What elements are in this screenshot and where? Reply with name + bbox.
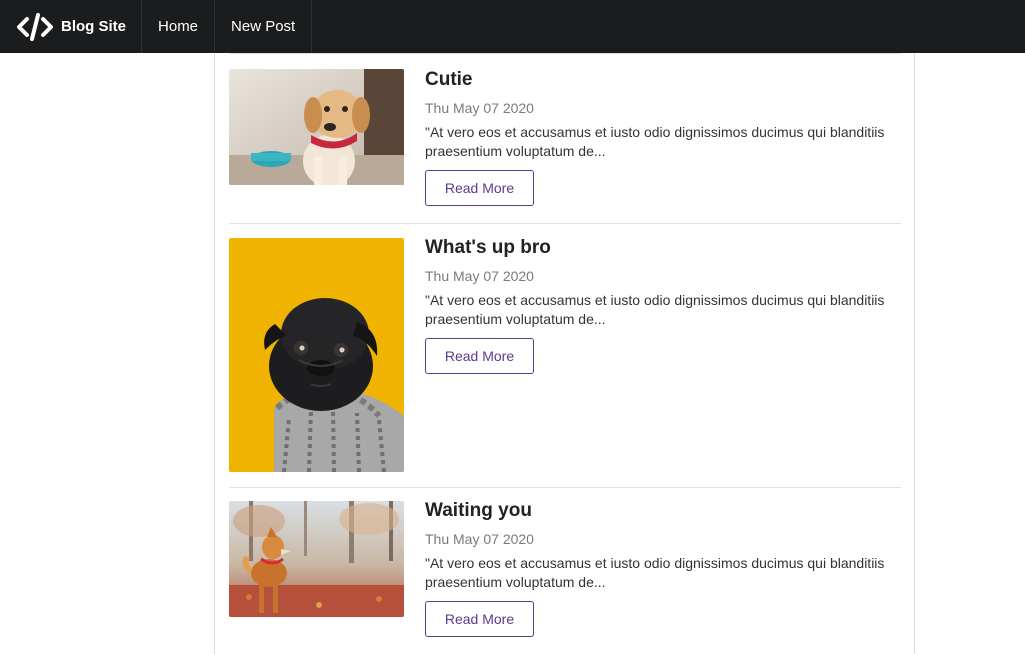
read-more-button[interactable]: Read More (425, 170, 534, 206)
post-title: Cutie (425, 69, 473, 90)
nav-item-label: New Post (231, 18, 296, 35)
brand-link[interactable]: Blog Site (0, 0, 143, 53)
read-more-button[interactable]: Read More (425, 601, 534, 637)
post-body: Cutie Thu May 07 2020 "At vero eos et ac… (425, 69, 901, 206)
post-image (229, 501, 404, 617)
post-title: Waiting you (425, 500, 532, 521)
post-card: What's up bro Thu May 07 2020 "At vero e… (229, 223, 901, 488)
post-date: Thu May 07 2020 (425, 531, 534, 547)
post-body: Waiting you Thu May 07 2020 "At vero eos… (425, 500, 901, 637)
nav-item-home[interactable]: Home (142, 0, 216, 53)
post-excerpt: "At vero eos et accusamus et iusto odio … (425, 292, 885, 327)
nav-item-label: Home (158, 18, 199, 35)
post-title: What's up bro (425, 237, 551, 258)
divider (229, 53, 901, 54)
post-image (229, 69, 404, 185)
post-body: What's up bro Thu May 07 2020 "At vero e… (425, 237, 901, 374)
code-icon (17, 12, 53, 41)
top-navbar: Blog Site Home New Post (0, 0, 1025, 53)
post-card: Waiting you Thu May 07 2020 "At vero eos… (229, 487, 901, 654)
read-more-button[interactable]: Read More (425, 338, 534, 374)
post-list: Cutie Thu May 07 2020 "At vero eos et ac… (214, 53, 915, 654)
brand-label: Blog Site (61, 18, 127, 35)
post-date: Thu May 07 2020 (425, 100, 534, 116)
post-image (229, 238, 404, 472)
post-excerpt: "At vero eos et accusamus et iusto odio … (425, 555, 885, 590)
post-excerpt: "At vero eos et accusamus et iusto odio … (425, 124, 885, 159)
post-date: Thu May 07 2020 (425, 268, 534, 284)
post-card: Cutie Thu May 07 2020 "At vero eos et ac… (229, 69, 901, 224)
nav-item-new-post[interactable]: New Post (215, 0, 313, 53)
